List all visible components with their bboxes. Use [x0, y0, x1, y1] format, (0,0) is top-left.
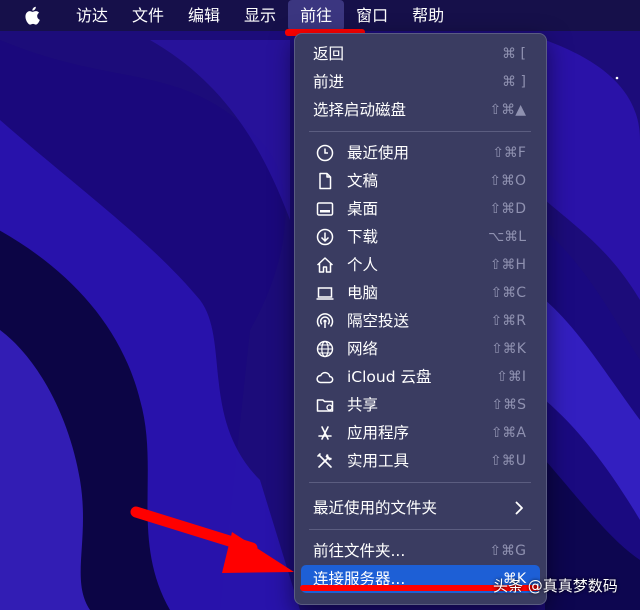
shared-folder-icon — [316, 399, 334, 412]
watermark-text: 头条 @真真梦数码 — [493, 577, 618, 595]
menu-file[interactable]: 文件 — [120, 0, 176, 31]
cloud-icon — [316, 371, 334, 384]
menu-item-shared[interactable]: 共享 ⇧⌘S — [301, 391, 540, 419]
menu-item-shortcut: ⌥⌘L — [488, 229, 526, 245]
menu-separator — [309, 482, 531, 483]
menu-item-home[interactable]: 个人 ⇧⌘H — [301, 251, 540, 279]
go-dropdown-menu: 返回 ⌘ [ 前进 ⌘ ] 选择启动磁盘 ⇧⌘▲ 最近使用 ⇧⌘F 文稿 ⇧⌘O… — [294, 33, 547, 605]
clock-icon — [316, 144, 334, 162]
document-icon — [319, 172, 332, 190]
menu-item-documents[interactable]: 文稿 ⇧⌘O — [301, 167, 540, 195]
menu-go[interactable]: 前往 — [288, 0, 345, 31]
menu-help[interactable]: 帮助 — [400, 0, 456, 31]
menu-edit[interactable]: 编辑 — [176, 0, 232, 31]
airdrop-icon — [316, 313, 334, 328]
menu-item-downloads[interactable]: 下载 ⌥⌘L — [301, 223, 540, 251]
menu-bar: 访达 文件 编辑 显示 前往 窗口 帮助 — [0, 0, 640, 31]
menu-item-label: 网络 — [347, 340, 379, 358]
chevron-right-icon — [515, 501, 523, 515]
menu-item-go-to-folder[interactable]: 前往文件夹... ⇧⌘G — [301, 537, 540, 565]
menu-item-shortcut: ⇧⌘F — [492, 145, 526, 161]
menu-view[interactable]: 显示 — [232, 0, 288, 31]
menu-item-shortcut: ⇧⌘I — [496, 369, 526, 385]
menu-item-applications[interactable]: 应用程序 ⇧⌘A — [301, 419, 540, 447]
menu-item-label: 返回 — [313, 45, 345, 63]
menu-item-shortcut: ⌘ [ — [502, 46, 526, 62]
menu-item-startup-disk[interactable]: 选择启动磁盘 ⇧⌘▲ — [301, 96, 540, 124]
menu-item-computer[interactable]: 电脑 ⇧⌘C — [301, 279, 540, 307]
menu-item-back[interactable]: 返回 ⌘ [ — [301, 40, 540, 68]
tools-icon — [317, 453, 332, 468]
menu-item-desktop[interactable]: 桌面 ⇧⌘D — [301, 195, 540, 223]
download-icon — [316, 228, 334, 246]
menu-item-recent-folders[interactable]: 最近使用的文件夹 — [301, 494, 540, 522]
menu-item-label: 最近使用 — [347, 144, 410, 162]
menu-item-shortcut: ⇧⌘S — [491, 397, 526, 413]
menu-item-label: 文稿 — [347, 172, 379, 190]
desktop-icon — [316, 202, 334, 216]
menu-item-shortcut: ⇧⌘C — [490, 285, 526, 301]
menu-item-recents[interactable]: 最近使用 ⇧⌘F — [301, 139, 540, 167]
menu-item-label: 下载 — [347, 228, 379, 246]
menu-item-shortcut: ⇧⌘O — [489, 173, 526, 189]
menu-item-label: 应用程序 — [347, 424, 410, 442]
menu-item-utilities[interactable]: 实用工具 ⇧⌘U — [301, 447, 540, 475]
menu-item-shortcut: ⇧⌘K — [491, 341, 526, 357]
menu-item-shortcut: ⇧⌘G — [489, 543, 526, 559]
menu-item-label: 隔空投送 — [347, 312, 410, 330]
menu-item-shortcut: ⇧⌘▲ — [489, 102, 527, 118]
menu-item-label: 实用工具 — [347, 452, 410, 470]
menu-item-network[interactable]: 网络 ⇧⌘K — [301, 335, 540, 363]
menu-item-label: 共享 — [347, 396, 379, 414]
menu-separator — [309, 529, 531, 530]
menu-item-label: 前进 — [313, 73, 345, 91]
menu-item-shortcut: ⇧⌘U — [490, 453, 526, 469]
menu-window[interactable]: 窗口 — [344, 0, 400, 31]
menu-item-label: iCloud 云盘 — [347, 368, 432, 386]
menu-item-shortcut: ⇧⌘D — [489, 201, 526, 217]
menu-item-forward[interactable]: 前进 ⌘ ] — [301, 68, 540, 96]
menu-item-label: 前往文件夹... — [313, 542, 406, 560]
menu-item-shortcut: ⇧⌘A — [490, 425, 526, 441]
menu-item-label: 选择启动磁盘 — [313, 101, 407, 119]
menu-item-label: 电脑 — [347, 284, 379, 302]
laptop-icon — [316, 287, 334, 300]
menu-item-label: 桌面 — [347, 200, 379, 218]
menu-item-label: 最近使用的文件夹 — [313, 499, 438, 517]
menu-item-label: 个人 — [347, 256, 379, 274]
apple-menu[interactable] — [0, 0, 64, 31]
menu-item-shortcut: ⇧⌘H — [489, 257, 526, 273]
menu-finder[interactable]: 访达 — [64, 0, 120, 31]
menu-separator — [309, 131, 531, 132]
menu-item-shortcut: ⌘ ] — [502, 74, 526, 90]
globe-icon — [316, 340, 334, 358]
menu-item-airdrop[interactable]: 隔空投送 ⇧⌘R — [301, 307, 540, 335]
applications-icon — [318, 426, 332, 440]
menu-item-icloud-drive[interactable]: iCloud 云盘 ⇧⌘I — [301, 363, 540, 391]
home-icon — [316, 257, 334, 273]
apple-logo-icon — [25, 6, 40, 25]
menu-item-shortcut: ⇧⌘R — [490, 313, 526, 329]
